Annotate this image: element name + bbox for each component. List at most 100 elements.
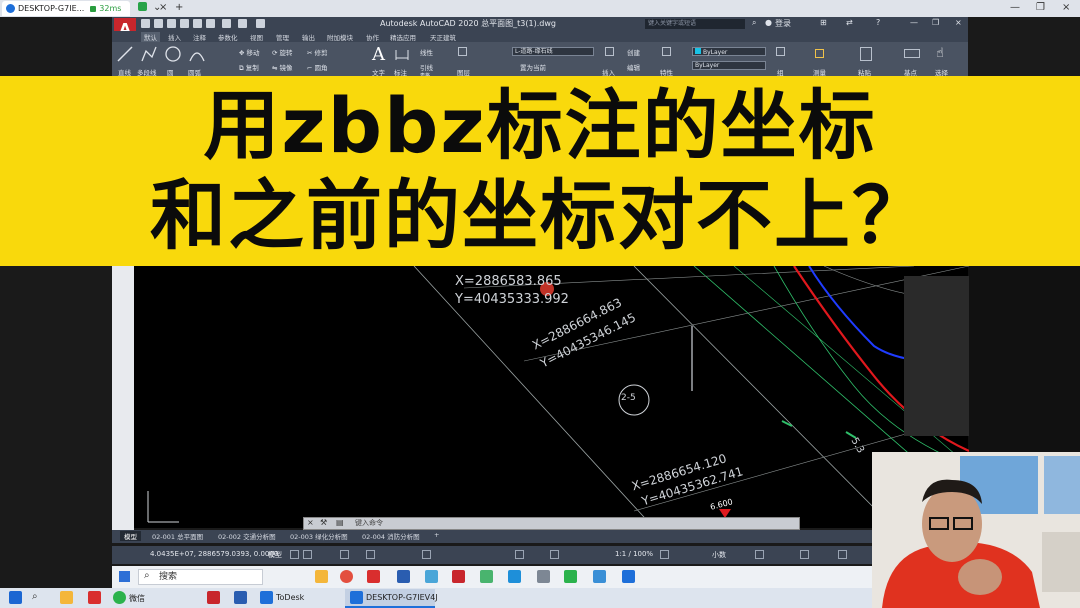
annotation-scale[interactable]: 1:1 / 100% <box>615 550 653 558</box>
grid-icon[interactable] <box>290 550 299 559</box>
new-file-icon[interactable] <box>141 19 150 28</box>
save-as-icon[interactable] <box>180 19 189 28</box>
share-icon[interactable] <box>206 19 215 28</box>
set-current-button[interactable]: 置为当前 <box>520 62 546 72</box>
units-dropdown[interactable]: 小数 <box>712 550 726 560</box>
tab-collaborate[interactable]: 协作 <box>366 32 379 42</box>
polar-icon[interactable] <box>366 550 375 559</box>
wechat-icon[interactable] <box>113 591 126 604</box>
close-tab-icon[interactable]: × <box>159 2 167 13</box>
model-space-button[interactable]: 模型 <box>268 550 282 560</box>
maximize-icon[interactable]: ❐ <box>1036 2 1045 13</box>
windows-start-icon[interactable] <box>119 571 130 582</box>
search-icon[interactable]: ⌕ <box>32 591 38 602</box>
group-icon[interactable] <box>776 47 785 56</box>
tab-manage[interactable]: 管理 <box>276 32 289 42</box>
text-tool-icon[interactable]: A <box>372 44 385 65</box>
help-search-input[interactable]: 键入关键字或短语 <box>645 19 745 29</box>
app-minimize-icon[interactable]: — <box>910 18 918 27</box>
tab-view[interactable]: 视图 <box>250 32 263 42</box>
app-icon[interactable] <box>480 570 493 583</box>
folder-icon[interactable] <box>60 591 73 604</box>
edit-block-button[interactable]: 编辑 <box>627 62 640 72</box>
search-icon[interactable]: ⌕ <box>752 18 756 28</box>
app-close-icon[interactable]: × <box>955 18 962 27</box>
folder-icon[interactable] <box>315 570 328 583</box>
minimize-icon[interactable]: — <box>1010 2 1020 13</box>
fillet-tool[interactable]: ⌐ 圆角 <box>307 62 328 72</box>
wechat-label[interactable]: 微信 <box>129 593 145 604</box>
undo-icon[interactable] <box>238 19 247 28</box>
windows-start-icon[interactable] <box>9 591 22 604</box>
command-input[interactable]: 键入命令 <box>355 518 383 528</box>
remote-session-tab[interactable]: DESKTOP-G7IE... 32ms <box>2 1 130 16</box>
tab-annotate[interactable]: 注释 <box>193 32 206 42</box>
app-restore-icon[interactable]: ❐ <box>932 18 939 27</box>
wechat-icon[interactable] <box>564 570 577 583</box>
tab-featured-apps[interactable]: 精选应用 <box>390 32 416 42</box>
line-tool-icon[interactable] <box>116 45 134 63</box>
move-tool[interactable]: ✥ 移动 <box>239 47 260 57</box>
customize-icon[interactable] <box>838 550 847 559</box>
tab-layout-1[interactable]: 02-001 总平面图 <box>152 531 203 541</box>
autocad-taskbar-icon[interactable] <box>452 570 465 583</box>
osnap-icon[interactable] <box>422 550 431 559</box>
app-icon[interactable] <box>508 570 521 583</box>
wps-icon[interactable] <box>88 591 101 604</box>
tab-layout-4[interactable]: 02-004 消防分析图 <box>362 531 420 541</box>
tab-insert[interactable]: 插入 <box>168 32 181 42</box>
tab-layout-2[interactable]: 02-002 交通分析图 <box>218 531 276 541</box>
save-icon[interactable] <box>167 19 176 28</box>
remote-desktop-icon[interactable] <box>350 591 363 604</box>
arc-tool-icon[interactable] <box>188 45 206 63</box>
app-icon[interactable] <box>593 570 606 583</box>
basepoint-icon[interactable] <box>904 49 920 58</box>
autocad-taskbar-icon[interactable] <box>207 591 220 604</box>
cmd-history-icon[interactable]: ▤ <box>336 518 344 527</box>
paste-icon[interactable] <box>860 47 872 61</box>
app-icon[interactable] <box>397 570 410 583</box>
close-cmd-icon[interactable]: × <box>307 518 314 527</box>
chrome-icon[interactable] <box>340 570 353 583</box>
tab-model[interactable]: 模型 <box>120 531 141 541</box>
polyline-tool-icon[interactable] <box>140 45 158 63</box>
rotate-tool[interactable]: ⟳ 旋转 <box>272 47 293 57</box>
isolate-icon[interactable] <box>755 550 764 559</box>
settings-icon[interactable] <box>537 570 550 583</box>
help-icon[interactable]: ? <box>876 18 880 27</box>
tab-output[interactable]: 输出 <box>302 32 315 42</box>
tab-default[interactable]: 默认 <box>141 32 160 42</box>
app-icon[interactable] <box>234 591 247 604</box>
wps-icon[interactable] <box>367 570 380 583</box>
shield-icon[interactable] <box>138 2 147 11</box>
select-cursor-icon[interactable]: ☝ <box>936 46 944 61</box>
measure-icon[interactable] <box>815 49 824 58</box>
linear-dim-button[interactable]: 线性 <box>420 47 433 57</box>
new-tab-button[interactable]: + <box>175 2 183 13</box>
close-icon[interactable]: × <box>1062 2 1070 13</box>
add-layout-button[interactable]: + <box>434 531 439 539</box>
web-icon[interactable] <box>193 19 202 28</box>
snap-icon[interactable] <box>303 550 312 559</box>
leader-button[interactable]: 引线 <box>420 62 433 72</box>
wrench-icon[interactable]: ⚒ <box>320 518 327 527</box>
tab-addins[interactable]: 附加模块 <box>327 32 353 42</box>
app-icon[interactable] <box>425 570 438 583</box>
plot-icon[interactable] <box>222 19 231 28</box>
login-button[interactable]: 登录 <box>775 18 791 29</box>
dimension-tool-icon[interactable] <box>394 46 410 62</box>
todesk-icon[interactable] <box>260 591 273 604</box>
redo-icon[interactable] <box>256 19 265 28</box>
tab-parametric[interactable]: 参数化 <box>218 32 238 42</box>
tab-tarch[interactable]: 天正建筑 <box>430 32 456 42</box>
tab-layout-3[interactable]: 02-003 绿化分析图 <box>290 531 348 541</box>
workspace-gear-icon[interactable] <box>660 550 669 559</box>
ortho-icon[interactable] <box>340 550 349 559</box>
linetype-dropdown[interactable]: ByLayer <box>692 61 766 70</box>
taskbar-search[interactable]: 搜索 <box>138 569 263 585</box>
color-dropdown[interactable]: ByLayer <box>692 47 766 56</box>
copy-tool[interactable]: ⧉ 复制 <box>239 62 259 73</box>
fullscreen-icon[interactable] <box>800 550 809 559</box>
create-block-button[interactable]: 创建 <box>627 47 640 57</box>
open-file-icon[interactable] <box>154 19 163 28</box>
